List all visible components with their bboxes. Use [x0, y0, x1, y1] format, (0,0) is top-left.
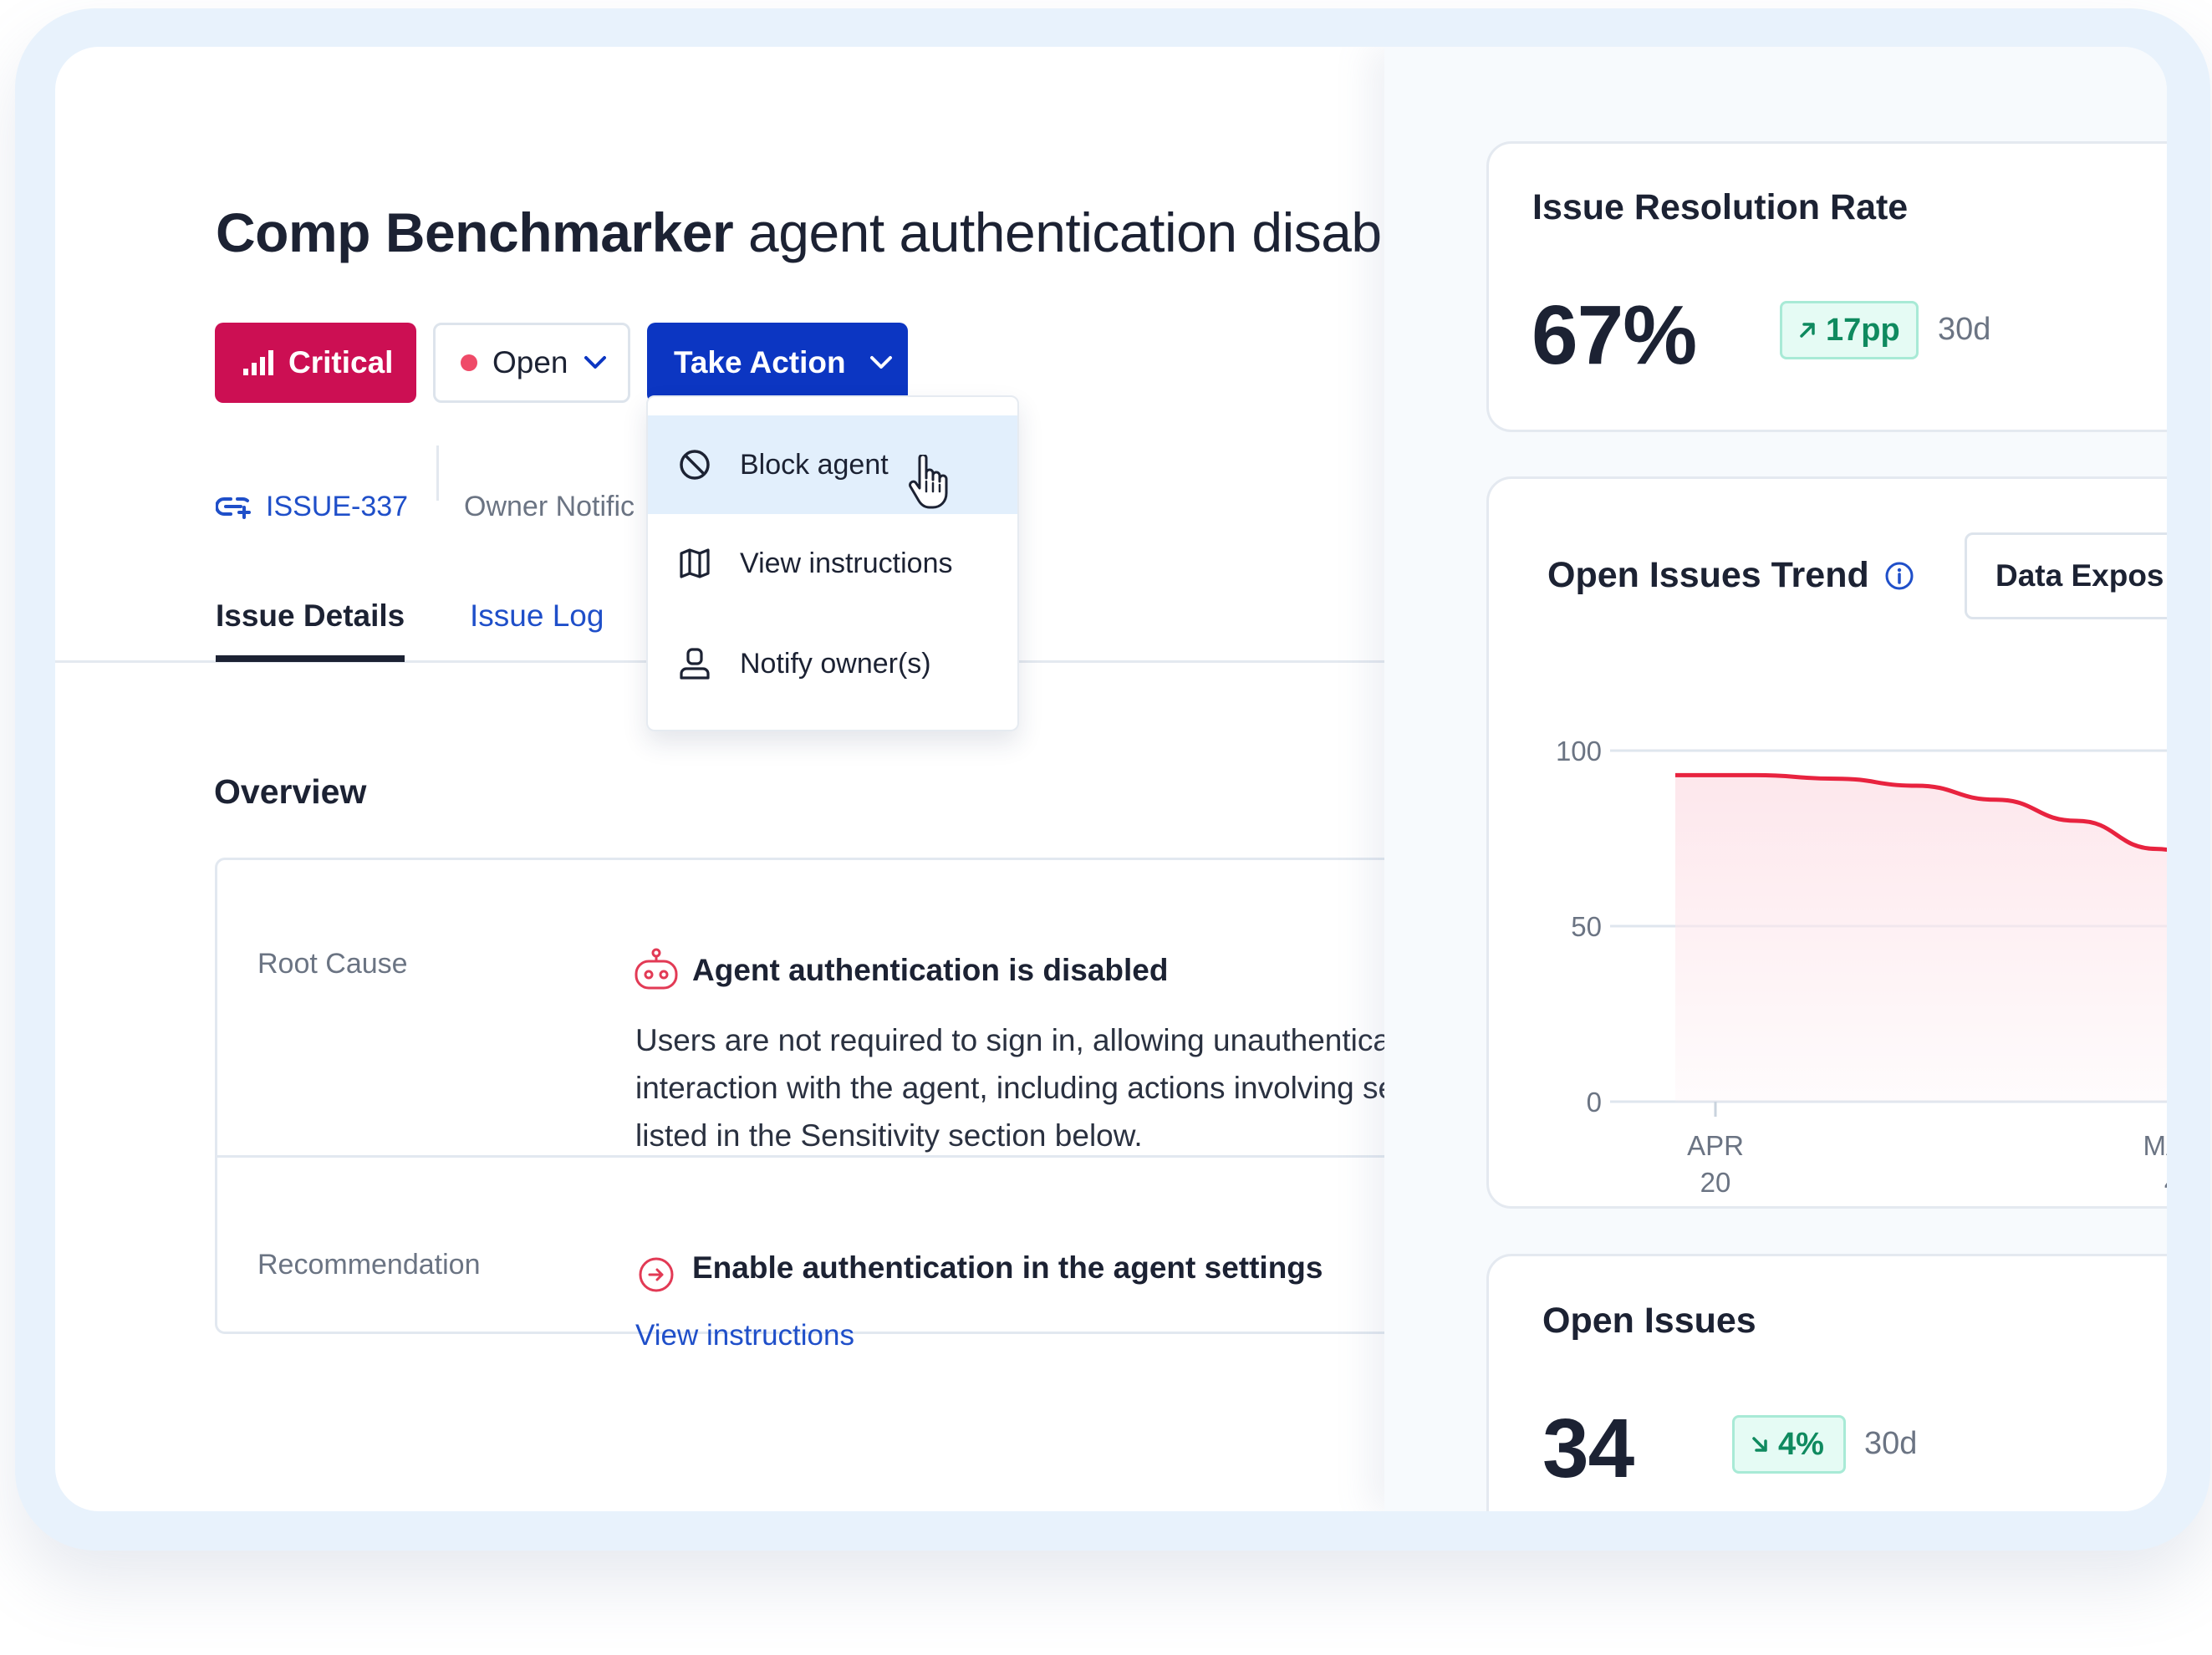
y-tick-label: 50: [1571, 911, 1602, 942]
take-action-button[interactable]: Take Action: [647, 323, 908, 403]
resolution-delta-badge: 17pp: [1780, 301, 1919, 359]
x-tick-label: 20: [1700, 1167, 1731, 1198]
status-dropdown[interactable]: Open: [433, 323, 630, 403]
arrow-up-right-icon: [1800, 323, 1815, 338]
open-issues-title: Open Issues: [1542, 1301, 1756, 1341]
tab-issue-log[interactable]: Issue Log: [470, 598, 604, 634]
trend-filter-dropdown[interactable]: Data Expos: [1965, 532, 2167, 619]
recommendation-label: Recommendation: [257, 1249, 481, 1281]
root-cause-label: Root Cause: [257, 948, 408, 980]
y-tick-label: 0: [1587, 1087, 1602, 1118]
meta-divider: [436, 446, 439, 501]
severity-label: Critical: [288, 345, 394, 379]
open-issues-delta-badge: 4%: [1732, 1415, 1846, 1474]
view-instructions-link[interactable]: View instructions: [635, 1319, 854, 1352]
x-tick-label: APR: [1687, 1130, 1744, 1161]
robot-icon: [635, 948, 678, 990]
arrow-down-right-icon: [1752, 1437, 1767, 1452]
block-icon: [680, 450, 710, 480]
trend-title: Open Issues Trend: [1547, 555, 1869, 595]
signal-bars-icon: [243, 350, 273, 375]
take-action-label: Take Action: [674, 345, 846, 379]
resolution-rate-value: 67%: [1532, 288, 1697, 382]
y-tick-label: 100: [1556, 736, 1602, 766]
resolution-rate-title: Issue Resolution Rate: [1532, 187, 1909, 227]
root-cause-title: Agent authentication is disabled: [692, 953, 1169, 987]
link-icon: [216, 497, 251, 519]
menu-item-view-instructions[interactable]: View instructions: [648, 514, 1017, 613]
hand-cursor-icon: [909, 455, 948, 509]
open-issues-value: 34: [1542, 1402, 1634, 1495]
arrow-circle-icon: [639, 1257, 674, 1292]
issue-link[interactable]: ISSUE-337: [216, 481, 408, 532]
recommendation-title: Enable authentication in the agent setti…: [692, 1250, 1323, 1285]
take-action-menu: Block agent View instructions Notify own…: [646, 395, 1019, 731]
chevron-down-icon: [869, 356, 892, 369]
tab-issue-details[interactable]: Issue Details: [216, 598, 405, 634]
open-issues-period: 30d: [1864, 1426, 1918, 1461]
issue-id: ISSUE-337: [266, 490, 409, 522]
app-window: Comp Benchmarker agent authentication di…: [55, 47, 2167, 1511]
map-icon: [680, 548, 710, 578]
trend-title-row: Open Issues Trend: [1547, 555, 1914, 596]
info-icon[interactable]: [1884, 561, 1914, 591]
x-tick-label: MAY: [2143, 1130, 2167, 1161]
menu-item-notify-owners[interactable]: Notify owner(s): [648, 614, 1017, 713]
active-tab-indicator: [216, 655, 405, 662]
status-dot-icon: [461, 354, 477, 371]
resolution-period: 30d: [1938, 312, 1991, 347]
chevron-down-icon: [584, 356, 606, 369]
menu-item-block-agent[interactable]: Block agent: [648, 415, 1017, 514]
trend-chart: 100 50 0 APR 20 MAY 4: [1556, 736, 2167, 1198]
user-icon: [680, 648, 710, 680]
owner-notification[interactable]: Owner Notific: [464, 481, 635, 532]
resolution-rate-card: [1486, 141, 2167, 432]
overview-heading: Overview: [214, 772, 367, 811]
status-label: Open: [492, 345, 568, 379]
severity-button[interactable]: Critical: [215, 323, 416, 403]
x-tick-label: 4: [2164, 1167, 2167, 1198]
page-title: Comp Benchmarker agent authentication di…: [216, 201, 1382, 263]
